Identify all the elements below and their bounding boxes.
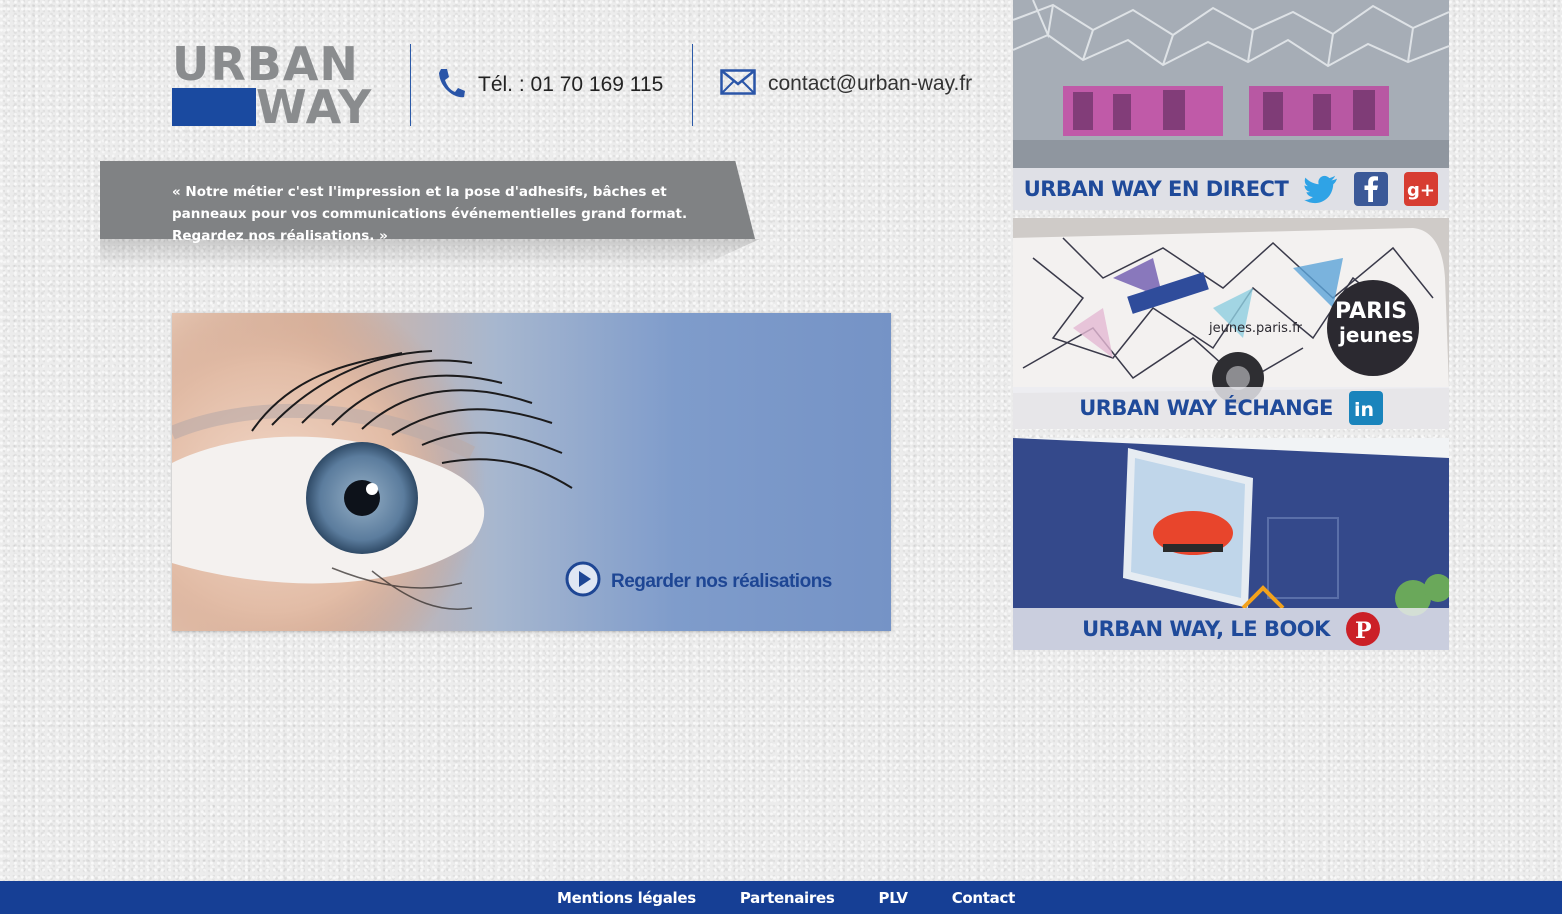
play-circle-icon <box>565 561 601 602</box>
footer-nav: Mentions légales Partenaires PLV Contact <box>0 881 1562 914</box>
phone-icon <box>436 67 466 104</box>
urban-way-logo[interactable]: URBAN WAY <box>172 41 373 134</box>
header-divider <box>410 44 411 126</box>
company-tagline: « Notre métier c'est l'impression et la … <box>172 184 688 244</box>
twitter-icon[interactable] <box>1304 172 1338 206</box>
footer-link-mentions-legales[interactable]: Mentions légales <box>557 889 696 907</box>
phone-contact[interactable]: Tél. : 01 70 169 115 <box>436 68 663 102</box>
facebook-icon[interactable] <box>1354 172 1389 206</box>
footer-link-contact[interactable]: Contact <box>952 889 1016 907</box>
tile-urban-way-echange[interactable]: PARIS jeunes jeunes.paris.fr URBAN WAY É… <box>1013 218 1449 429</box>
footer-link-partenaires[interactable]: Partenaires <box>740 889 835 907</box>
svg-text:g+: g+ <box>1407 180 1435 201</box>
watch-realisations-button[interactable]: Regarder nos réalisations <box>565 561 832 602</box>
svg-text:PARIS: PARIS <box>1335 299 1407 324</box>
header-divider <box>692 44 693 126</box>
tile-urban-way-en-direct[interactable]: URBAN WAY EN DIRECT g+ <box>1013 0 1449 210</box>
email-contact[interactable]: contact@urban-way.fr <box>720 68 972 100</box>
email-address: contact@urban-way.fr <box>768 72 973 95</box>
tile-label: URBAN WAY ÉCHANGE <box>1079 396 1333 420</box>
tile-label: URBAN WAY, LE BOOK <box>1082 617 1330 641</box>
watch-realisations-label: Regarder nos réalisations <box>611 570 832 592</box>
linkedin-icon[interactable]: in <box>1348 391 1383 425</box>
tile-label: URBAN WAY EN DIRECT <box>1023 177 1289 201</box>
svg-text:jeunes: jeunes <box>1338 323 1413 347</box>
pinterest-icon[interactable]: P <box>1345 612 1380 646</box>
tile-caption-bar: URBAN WAY, LE BOOK P <box>1013 608 1449 650</box>
hero-banner[interactable]: Regarder nos réalisations <box>172 313 891 631</box>
svg-text:P: P <box>1355 618 1372 644</box>
phone-number: Tél. : 01 70 169 115 <box>478 73 664 96</box>
tile-caption-bar: URBAN WAY ÉCHANGE in <box>1013 387 1449 429</box>
envelope-icon <box>720 68 756 101</box>
logo-text-way: WAY <box>256 80 373 134</box>
tile-urban-way-le-book[interactable]: URBAN WAY, LE BOOK P <box>1013 438 1449 650</box>
google-plus-icon[interactable]: g+ <box>1404 172 1439 206</box>
svg-text:in: in <box>1354 399 1374 421</box>
tile-caption-bar: URBAN WAY EN DIRECT g+ <box>1013 168 1449 210</box>
footer-link-plv[interactable]: PLV <box>879 889 909 907</box>
svg-text:jeunes.paris.fr: jeunes.paris.fr <box>1208 321 1303 336</box>
logo-blue-block <box>172 88 256 126</box>
